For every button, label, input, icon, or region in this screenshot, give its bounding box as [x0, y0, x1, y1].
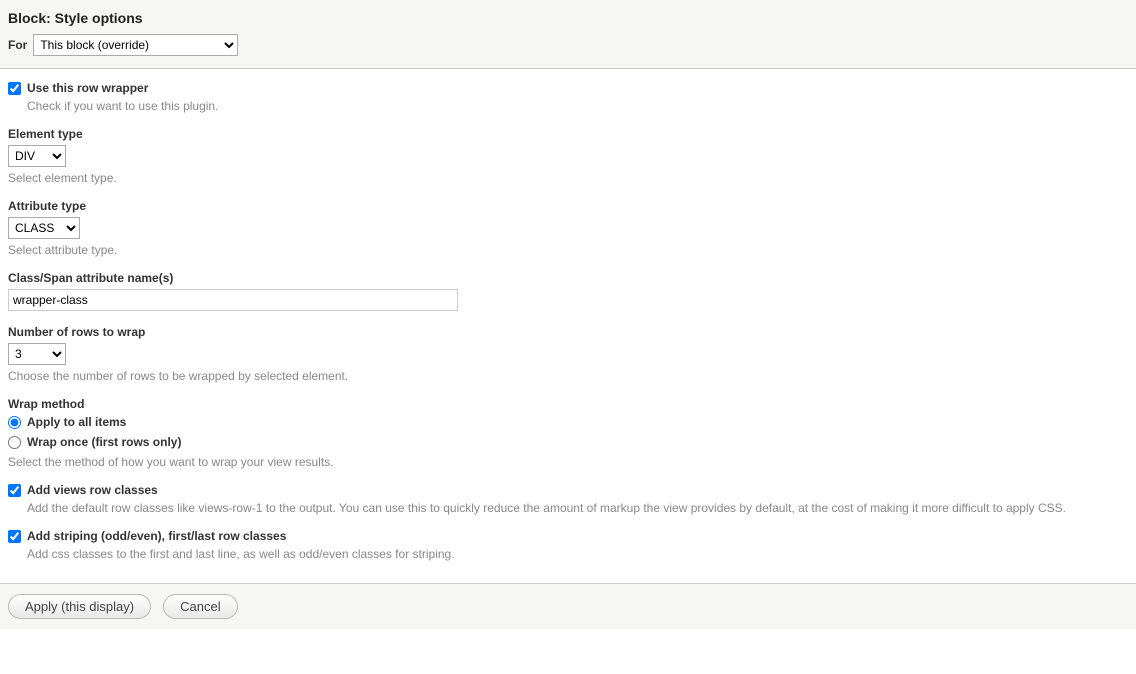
use-row-wrapper-label: Use this row wrapper	[27, 81, 148, 95]
attribute-type-desc: Select attribute type.	[8, 243, 1128, 257]
num-rows-select[interactable]: 3	[8, 343, 66, 365]
for-label: For	[8, 38, 27, 52]
add-striping-label: Add striping (odd/even), first/last row …	[27, 529, 286, 543]
class-span-input[interactable]	[8, 289, 458, 311]
attribute-type-label: Attribute type	[8, 199, 1128, 213]
num-rows-desc: Choose the number of rows to be wrapped …	[8, 369, 1128, 383]
wrap-method-all-radio[interactable]	[8, 416, 21, 429]
use-row-wrapper-checkbox[interactable]	[8, 82, 21, 95]
add-row-classes-desc: Add the default row classes like views-r…	[27, 501, 1128, 515]
add-striping-checkbox[interactable]	[8, 530, 21, 543]
element-type-label: Element type	[8, 127, 1128, 141]
element-type-desc: Select element type.	[8, 171, 1128, 185]
use-row-wrapper-desc: Check if you want to use this plugin.	[27, 99, 1128, 113]
class-span-label: Class/Span attribute name(s)	[8, 271, 1128, 285]
element-type-select[interactable]: DIV	[8, 145, 66, 167]
page-title: Block: Style options	[8, 10, 1128, 26]
apply-button[interactable]: Apply (this display)	[8, 594, 151, 619]
wrap-method-once-label: Wrap once (first rows only)	[27, 435, 181, 449]
add-row-classes-checkbox[interactable]	[8, 484, 21, 497]
wrap-method-label: Wrap method	[8, 397, 1128, 411]
wrap-method-desc: Select the method of how you want to wra…	[8, 455, 1128, 469]
attribute-type-select[interactable]: CLASS	[8, 217, 80, 239]
num-rows-label: Number of rows to wrap	[8, 325, 1128, 339]
cancel-button[interactable]: Cancel	[163, 594, 237, 619]
wrap-method-all-label: Apply to all items	[27, 415, 126, 429]
add-striping-desc: Add css classes to the first and last li…	[27, 547, 1128, 561]
for-select[interactable]: This block (override)	[33, 34, 238, 56]
wrap-method-once-radio[interactable]	[8, 436, 21, 449]
add-row-classes-label: Add views row classes	[27, 483, 158, 497]
